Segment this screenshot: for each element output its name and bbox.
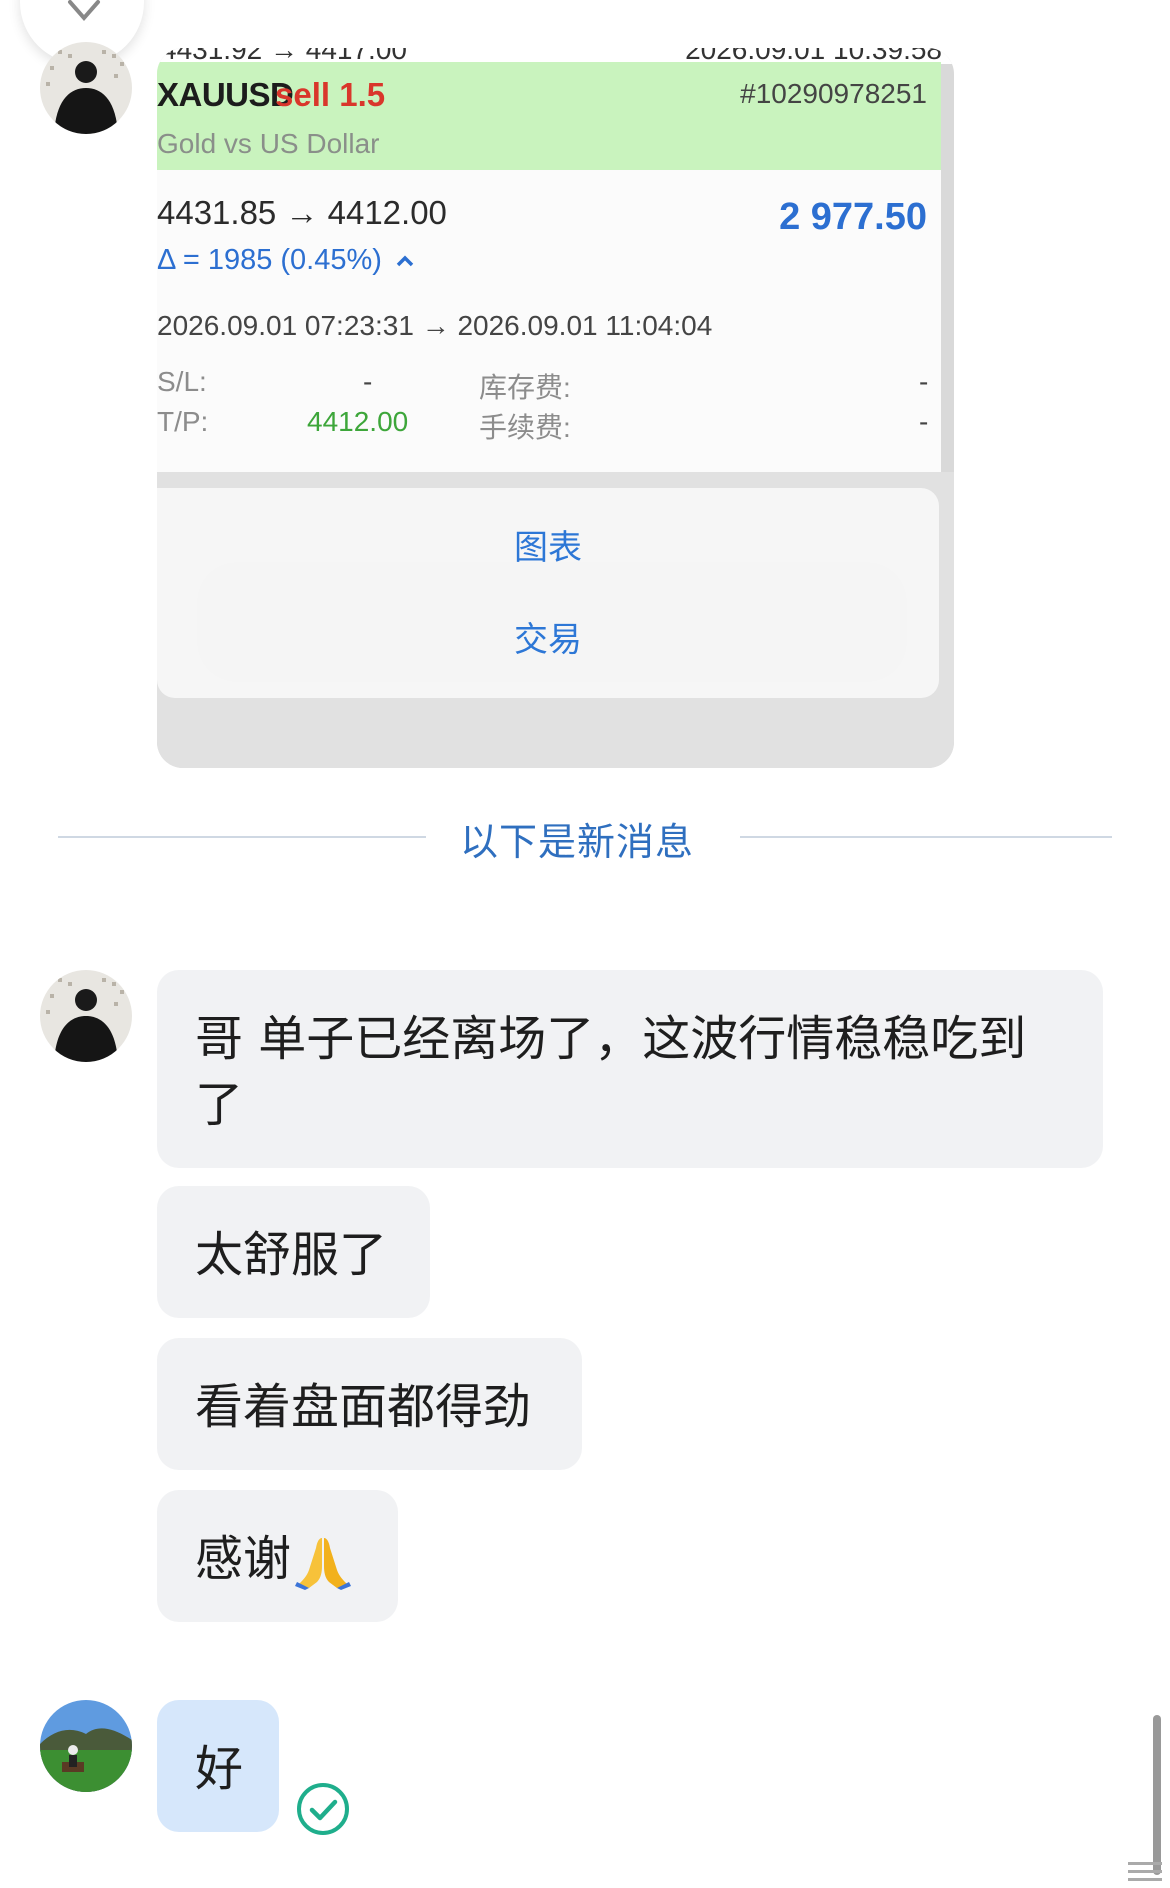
divider-line-left <box>58 836 426 838</box>
swap-value: - <box>919 366 929 397</box>
trade-times: 2026.09.01 07:23:31 → 2026.09.01 11:04:0… <box>157 310 713 341</box>
scrollbar[interactable] <box>1153 1715 1161 1875</box>
trade-ticket: #10290978251 <box>740 78 927 109</box>
sl-value: - <box>363 366 373 397</box>
message-bubble[interactable]: 太舒服了 <box>157 1186 430 1318</box>
my-message-bubble[interactable]: 好 <box>157 1700 279 1832</box>
avatar-silhouette-icon <box>40 42 132 134</box>
message-text: 好 <box>195 1741 244 1797</box>
new-messages-divider: 以下是新消息 <box>460 820 695 864</box>
avatar-landscape-icon <box>40 1700 132 1792</box>
avatar-silhouette-icon <box>40 970 132 1062</box>
menu-lines-icon[interactable] <box>1128 1860 1162 1882</box>
trade-side: sell 1.5 <box>275 76 386 113</box>
trade-profit: 2 977.50 <box>779 196 927 238</box>
folded-hands-icon <box>295 1538 352 1590</box>
trade-description: Gold vs US Dollar <box>157 128 380 159</box>
trade-header: XAUUSD sell 1.5 Gold vs US Dollar #10290… <box>157 62 941 170</box>
trade-card: XAUUSD sell 1.5 Gold vs US Dollar #10290… <box>157 62 941 472</box>
tp-label: T/P: <box>157 406 209 437</box>
chevron-icon <box>68 0 100 22</box>
message-bubble[interactable]: 感谢 <box>157 1490 398 1622</box>
trade-screenshot-image[interactable]: 4431.92 → 4417.00 2026.09.01 10:39:58 XA… <box>157 48 954 768</box>
avatar-contact[interactable] <box>40 970 132 1062</box>
sl-label: S/L: <box>157 366 207 397</box>
menu-item-chart[interactable]: 图表 <box>157 520 939 569</box>
trade-symbol: XAUUSD <box>157 76 294 113</box>
trade-delta: Δ = 1985 (0.45%) <box>157 244 414 277</box>
trade-delta-text: Δ = 1985 (0.45%) <box>157 244 382 276</box>
commission-value: - <box>919 406 929 437</box>
trade-prices: 4431.85 → 4412.00 <box>157 194 447 231</box>
swap-label: 库存费: <box>479 372 571 403</box>
commission-label: 手续费: <box>479 412 571 443</box>
avatar-self[interactable] <box>40 1700 132 1792</box>
message-text: 感谢 <box>195 1531 292 1587</box>
message-text: 太舒服了 <box>195 1227 388 1283</box>
divider-line-right <box>740 836 1112 838</box>
message-text: 看着盘面都得劲 <box>195 1379 532 1435</box>
avatar-contact[interactable] <box>40 42 132 134</box>
context-menu: 图表 交易 <box>157 488 939 698</box>
chevron-up-icon <box>396 255 414 267</box>
message-bubble[interactable]: 看着盘面都得劲 <box>157 1338 582 1470</box>
read-check-icon <box>297 1783 349 1835</box>
message-text: 哥 单子已经离场了，这波行情稳稳吃到了 <box>195 1011 1027 1133</box>
tp-value: 4412.00 <box>307 406 409 437</box>
menu-item-trade[interactable]: 交易 <box>157 612 939 661</box>
message-bubble[interactable]: 哥 单子已经离场了，这波行情稳稳吃到了 <box>157 970 1103 1168</box>
